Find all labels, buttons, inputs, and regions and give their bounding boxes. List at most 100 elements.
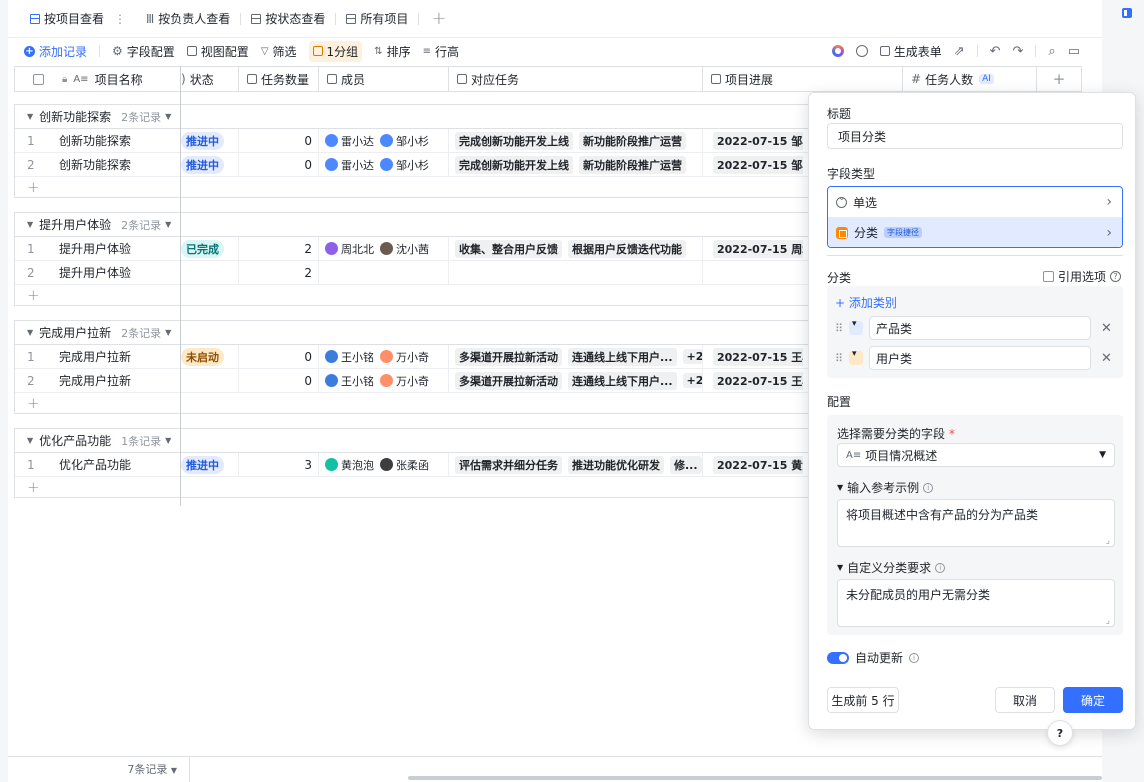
cell-tasks[interactable]: 多渠道开展拉新活动 连通线上线下用户... +2: [449, 368, 703, 393]
table-row[interactable]: 2 提升用户体验 2: [15, 260, 813, 285]
drag-handle-icon[interactable]: ⠿: [835, 352, 849, 365]
drag-handle-icon[interactable]: ⠿: [835, 322, 849, 335]
category-input[interactable]: 用户类: [869, 346, 1091, 370]
example-label[interactable]: ▼ 输入参考示例 i: [837, 479, 934, 496]
close-icon[interactable]: ✕: [1101, 321, 1112, 336]
category-input[interactable]: 产品类: [869, 316, 1091, 340]
caret-down-icon[interactable]: ▼: [165, 220, 171, 229]
cell-count[interactable]: 3: [239, 452, 319, 477]
comment-icon[interactable]: ▭: [1068, 44, 1080, 59]
header-task-count[interactable]: 任务数量: [239, 67, 319, 91]
search-icon[interactable]: ⌕: [1048, 44, 1055, 59]
caret-down-icon[interactable]: ▼: [27, 328, 33, 337]
cell-status[interactable]: 未启动: [181, 344, 239, 369]
header-status[interactable]: ) 状态: [181, 67, 239, 91]
cell-progress[interactable]: 2022-07-15 王小铭: [703, 369, 803, 393]
cell-status[interactable]: [181, 260, 239, 285]
undo-icon[interactable]: ↶: [990, 44, 1001, 59]
cell-progress[interactable]: 2022-07-15 周北北: [703, 237, 803, 261]
group-button[interactable]: 1分组: [308, 40, 363, 62]
sidebar-toggle-icon[interactable]: [1122, 8, 1132, 18]
add-category-button[interactable]: + 添加类别: [835, 294, 897, 311]
ai-assistant-icon[interactable]: [831, 45, 844, 57]
cell-members[interactable]: 黄泡泡 张柔函: [319, 452, 449, 477]
cell-progress[interactable]: [703, 261, 803, 285]
filter-button[interactable]: ▽ 筛选: [261, 43, 297, 60]
group-header[interactable]: ▼ 提升用户体验 2条记录 ▼: [15, 213, 813, 237]
cell-tasks[interactable]: 评估需求并细分任务 推进功能优化研发 修...: [449, 452, 703, 477]
cell-name[interactable]: 创新功能探索: [51, 152, 181, 177]
cell-name[interactable]: 完成用户拉新: [51, 344, 181, 369]
custom-label[interactable]: ▼ 自定义分类要求 i: [837, 559, 946, 576]
type-option-single[interactable]: 单选 ›: [828, 187, 1122, 217]
close-icon[interactable]: ✕: [1101, 351, 1112, 366]
tab-by-status[interactable]: 按状态查看: [241, 0, 335, 38]
more-icon[interactable]: ⋮: [114, 12, 126, 26]
cell-count[interactable]: 0: [239, 128, 319, 153]
cell-name[interactable]: 创新功能探索: [51, 128, 181, 153]
tab-by-owner[interactable]: Ⅲ 按负责人查看: [136, 0, 240, 38]
cell-name[interactable]: 提升用户体验: [51, 236, 181, 261]
share-icon[interactable]: ⇗: [954, 44, 965, 59]
caret-down-icon[interactable]: ▼: [165, 328, 171, 337]
field-config-button[interactable]: ⚙ 字段配置: [112, 43, 175, 60]
cell-tasks[interactable]: 完成创新功能开发上线 新功能阶段推广运营: [449, 152, 703, 177]
table-row[interactable]: 1 创新功能探索 推进中 0 雷小达 邹小杉 完成创新功能开发上线 新功能阶段推…: [15, 128, 813, 153]
caret-down-icon[interactable]: ▼: [27, 112, 33, 121]
view-config-button[interactable]: 视图配置: [186, 43, 249, 60]
table-row[interactable]: 1 优化产品功能 推进中 3 黄泡泡 张柔函 评估需求并细分任务 推进功能优化研…: [15, 452, 813, 477]
color-picker[interactable]: [849, 319, 863, 335]
cell-count[interactable]: 0: [239, 368, 319, 393]
checkbox[interactable]: [1042, 271, 1054, 282]
custom-textarea[interactable]: 未分配成员的用户无需分类: [837, 579, 1115, 627]
group-header[interactable]: ▼ 优化产品功能 1条记录 ▼: [15, 429, 813, 453]
cell-progress[interactable]: 2022-07-15 王小铭: [703, 345, 803, 369]
select-all-checkbox[interactable]: [33, 73, 44, 85]
caret-down-icon[interactable]: ▼: [27, 436, 33, 445]
caret-down-icon[interactable]: ▼: [165, 112, 171, 121]
add-record-button[interactable]: + 添加记录: [24, 43, 87, 60]
cell-tasks[interactable]: 收集、整合用户反馈 根据用户反馈迭代功能: [449, 236, 703, 261]
add-view-button[interactable]: +: [431, 8, 446, 29]
cell-members[interactable]: 雷小达 邹小杉: [319, 128, 449, 153]
frozen-column-divider[interactable]: [180, 66, 181, 506]
cancel-button[interactable]: 取消: [995, 687, 1055, 713]
header-tasks[interactable]: 对应任务: [449, 67, 703, 91]
auto-update-toggle[interactable]: [827, 651, 849, 664]
color-picker[interactable]: [849, 349, 863, 365]
tab-by-project[interactable]: 按项目查看 ⋮: [20, 0, 136, 38]
cell-status[interactable]: 已完成: [181, 236, 239, 261]
cell-name[interactable]: 优化产品功能: [51, 452, 181, 477]
cell-members[interactable]: 王小铭 万小奇: [319, 344, 449, 369]
horizontal-scrollbar[interactable]: [408, 776, 1102, 780]
cell-members[interactable]: [319, 260, 449, 285]
caret-down-icon[interactable]: ▼: [165, 436, 171, 445]
cell-members[interactable]: 王小铭 万小奇: [319, 368, 449, 393]
record-total[interactable]: 7条记录 ▼: [8, 756, 190, 782]
title-input[interactable]: 项目分类: [827, 123, 1123, 149]
cell-count[interactable]: 0: [239, 152, 319, 177]
table-row[interactable]: 1 完成用户拉新 未启动 0 王小铭 万小奇 多渠道开展拉新活动 连通线上线下用…: [15, 344, 813, 369]
info-icon[interactable]: i: [909, 652, 920, 663]
generate-preview-button[interactable]: 生成前 5 行: [827, 687, 899, 713]
help-button[interactable]: ?: [1047, 720, 1073, 746]
field-select[interactable]: A≡ 项目情况概述 ▼: [837, 443, 1115, 467]
cell-members[interactable]: 雷小达 邹小杉: [319, 152, 449, 177]
info-icon[interactable]: i: [923, 482, 934, 493]
cell-count[interactable]: 2: [239, 260, 319, 285]
cell-name[interactable]: 完成用户拉新: [51, 368, 181, 393]
header-members[interactable]: 成员: [319, 67, 449, 91]
table-row[interactable]: 2 完成用户拉新 0 王小铭 万小奇 多渠道开展拉新活动 连通线上线下用户...…: [15, 368, 813, 393]
tab-all-projects[interactable]: 所有项目: [336, 0, 418, 38]
info-icon[interactable]: i: [935, 562, 946, 573]
header-name[interactable]: 🔒︎ A≡ 项目名称: [15, 67, 181, 91]
cell-progress[interactable]: 2022-07-15 黄泡泡: [703, 453, 803, 477]
add-column-button[interactable]: +: [1037, 67, 1081, 91]
add-row-button[interactable]: +: [15, 477, 813, 497]
header-progress[interactable]: 项目进展: [703, 67, 903, 91]
add-row-button[interactable]: +: [15, 393, 813, 413]
redo-icon[interactable]: ↷: [1013, 44, 1024, 59]
type-option-category[interactable]: 分类 字段捷径 ›: [828, 217, 1122, 247]
table-row[interactable]: 1 提升用户体验 已完成 2 周北北 沈小茜 收集、整合用户反馈 根据用户反馈迭…: [15, 236, 813, 261]
cell-tasks[interactable]: 完成创新功能开发上线 新功能阶段推广运营: [449, 128, 703, 153]
